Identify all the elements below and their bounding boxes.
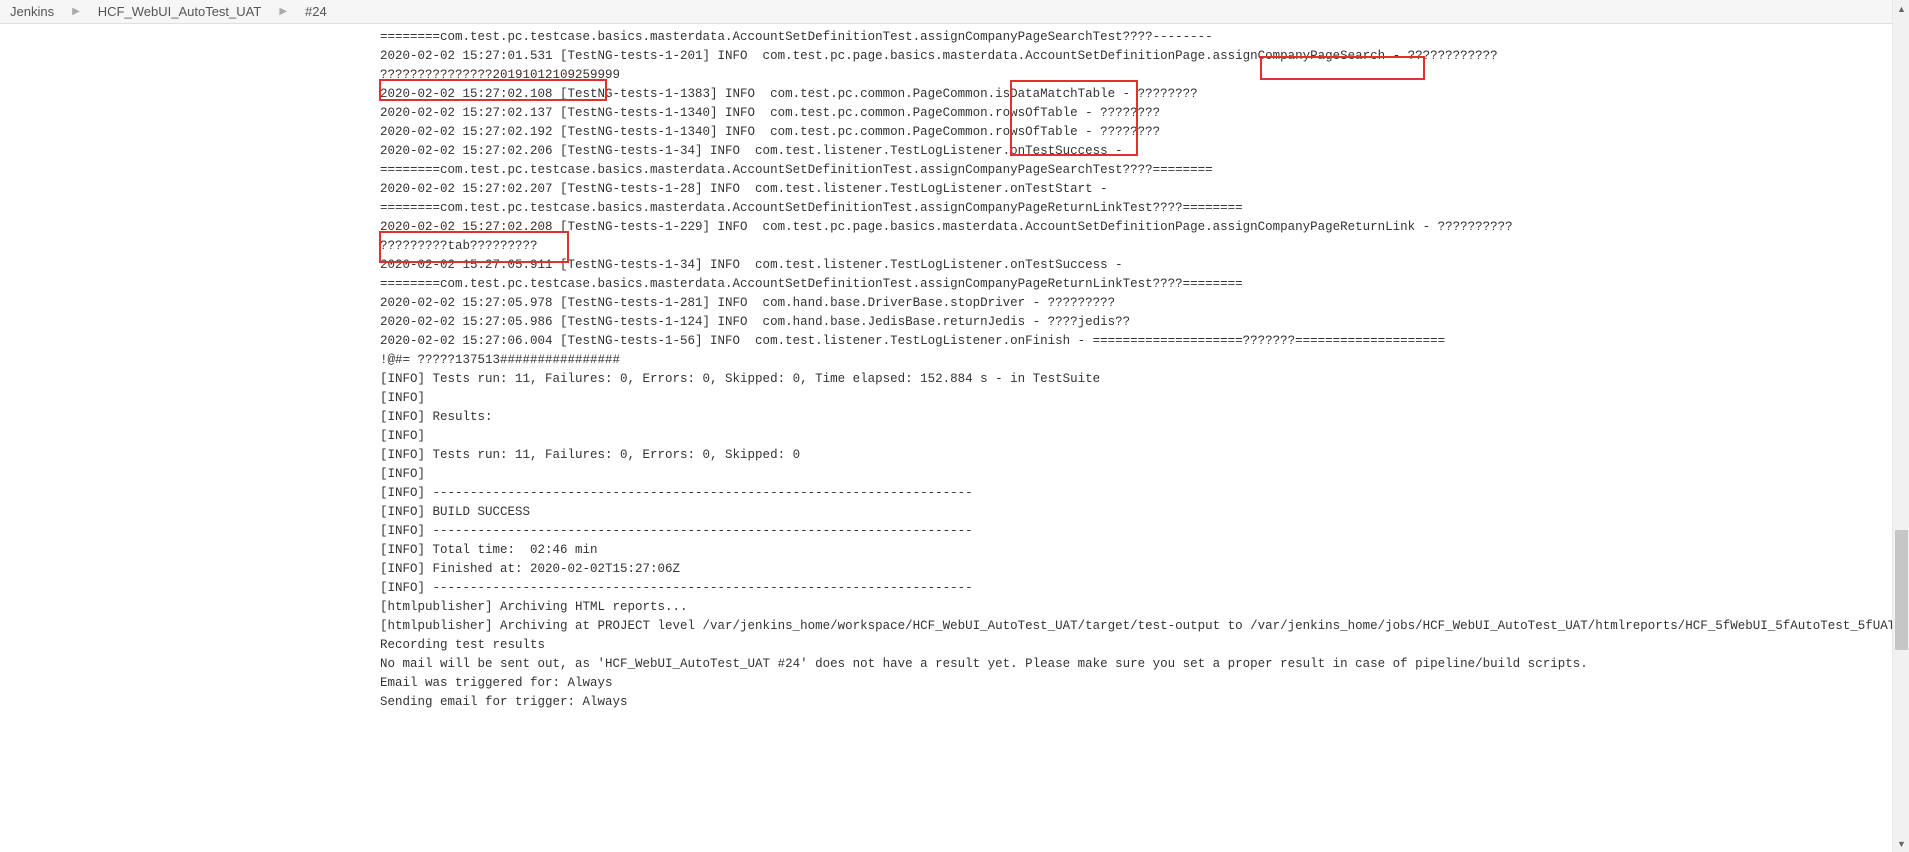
console-line: 2020-02-02 15:27:02.207 [TestNG-tests-1-… — [380, 182, 1115, 196]
breadcrumb-project[interactable]: HCF_WebUI_AutoTest_UAT — [98, 4, 262, 19]
console-line: [htmlpublisher] Archiving HTML reports..… — [380, 600, 688, 614]
chevron-right-icon: ▶ — [72, 6, 80, 17]
console-line: [INFO] Tests run: 11, Failures: 0, Error… — [380, 372, 1100, 386]
console-line: 2020-02-02 15:27:02.192 [TestNG-tests-1-… — [380, 125, 1160, 139]
console-line: [INFO] — [380, 391, 433, 405]
console-line: 2020-02-02 15:27:02.206 [TestNG-tests-1-… — [380, 144, 1130, 158]
console-output: ========com.test.pc.testcase.basics.mast… — [380, 24, 1909, 720]
console-line: [INFO] — [380, 467, 433, 481]
vertical-scrollbar[interactable]: ▲ ▼ — [1892, 0, 1909, 852]
console-line: No mail will be sent out, as 'HCF_WebUI_… — [380, 657, 1588, 671]
console-output-panel: ========com.test.pc.testcase.basics.mast… — [0, 24, 1909, 720]
console-line: 2020-02-02 15:27:02.208 [TestNG-tests-1-… — [380, 220, 1513, 234]
console-line: 2020-02-02 15:27:06.004 [TestNG-tests-1-… — [380, 334, 1445, 348]
console-line: ========com.test.pc.testcase.basics.mast… — [380, 201, 1243, 215]
console-line: !@#= ?????137513################ — [380, 353, 620, 367]
console-line: ========com.test.pc.testcase.basics.mast… — [380, 30, 1213, 44]
console-line: Sending email for trigger: Always — [380, 695, 628, 709]
console-line: [INFO] ---------------------------------… — [380, 524, 973, 538]
console-line: [INFO] Tests run: 11, Failures: 0, Error… — [380, 448, 800, 462]
console-line: [INFO] BUILD SUCCESS — [380, 505, 530, 519]
console-line: [INFO] — [380, 429, 433, 443]
breadcrumb: Jenkins ▶ HCF_WebUI_AutoTest_UAT ▶ #24 — [0, 0, 1909, 24]
breadcrumb-jenkins[interactable]: Jenkins — [10, 4, 54, 19]
scroll-down-arrow-icon[interactable]: ▼ — [1893, 835, 1909, 852]
console-line: [INFO] ---------------------------------… — [380, 486, 973, 500]
console-line: ========com.test.pc.testcase.basics.mast… — [380, 163, 1213, 177]
breadcrumb-build[interactable]: #24 — [305, 4, 327, 19]
chevron-right-icon: ▶ — [279, 6, 287, 17]
console-line: Email was triggered for: Always — [380, 676, 613, 690]
scroll-up-arrow-icon[interactable]: ▲ — [1893, 0, 1909, 17]
console-line: Recording test results — [380, 638, 545, 652]
console-line: ?????????tab????????? — [380, 239, 538, 253]
console-line: [INFO] ---------------------------------… — [380, 581, 973, 595]
console-line: 2020-02-02 15:27:01.531 [TestNG-tests-1-… — [380, 49, 1498, 63]
console-line: 2020-02-02 15:27:02.108 [TestNG-tests-1-… — [380, 87, 1198, 101]
console-line: [htmlpublisher] Archiving at PROJECT lev… — [380, 619, 1909, 633]
console-line: 2020-02-02 15:27:05.986 [TestNG-tests-1-… — [380, 315, 1130, 329]
console-line: [INFO] Results: — [380, 410, 493, 424]
console-line: [INFO] Total time: 02:46 min — [380, 543, 598, 557]
scrollbar-thumb[interactable] — [1895, 530, 1908, 650]
console-line: 2020-02-02 15:27:05.978 [TestNG-tests-1-… — [380, 296, 1115, 310]
console-line: 2020-02-02 15:27:05.911 [TestNG-tests-1-… — [380, 258, 1130, 272]
console-line: ========com.test.pc.testcase.basics.mast… — [380, 277, 1243, 291]
console-line: ???????????????20191012109259999 — [380, 68, 620, 82]
console-line: 2020-02-02 15:27:02.137 [TestNG-tests-1-… — [380, 106, 1160, 120]
console-line: [INFO] Finished at: 2020-02-02T15:27:06Z — [380, 562, 680, 576]
